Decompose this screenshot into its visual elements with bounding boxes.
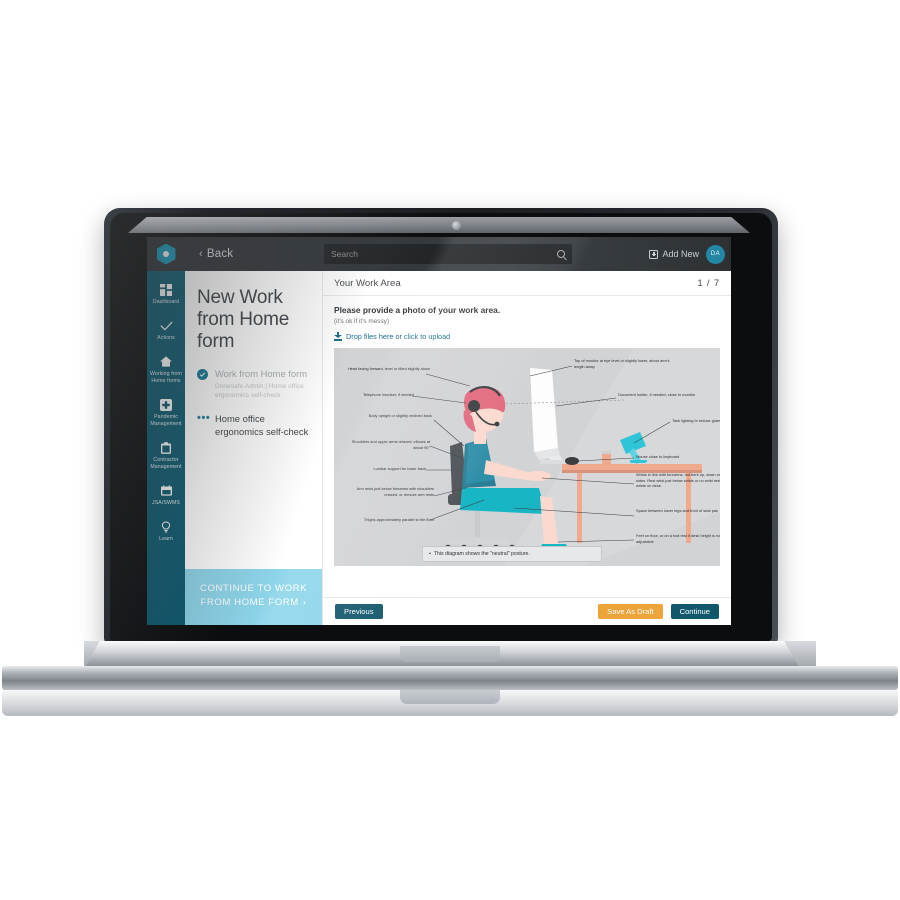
save-as-draft-button[interactable]: Save As Draft	[598, 603, 663, 620]
laptop-device: ‹ Back Add New DA	[0, 0, 900, 900]
chevron-right-icon: ›	[302, 597, 307, 609]
sidebar-item-learn[interactable]: Learn	[147, 514, 185, 550]
diagram-label: Document holder, if needed, close to mon…	[618, 392, 696, 397]
form-step-work-from-home[interactable]: Work from Home form Donesafe Admin | Hom…	[197, 368, 310, 401]
diagram-label: Telephone headset, if needed	[362, 392, 414, 397]
sidebar-item-label: Dashboard	[152, 299, 180, 305]
back-button[interactable]: ‹ Back	[199, 248, 233, 260]
form-panel-body: New Work from Home form Work from Home f…	[185, 271, 322, 569]
chevron-left-icon: ‹	[199, 248, 203, 260]
step-marker: •••	[197, 412, 211, 437]
diagram-label: Body upright or slightly reclined back	[368, 413, 432, 418]
sidebar: Dashboard Actions Working from Home form…	[147, 271, 185, 625]
avatar[interactable]: DA	[706, 244, 725, 264]
sidebar-item-label: Contractor Management	[150, 457, 182, 471]
add-new-button[interactable]: Add New	[649, 249, 699, 259]
form-step-ergonomics-self-check[interactable]: ••• Home office ergonomics self-check	[197, 413, 310, 437]
diagram-note: ▪ This diagram shows the "neutral" postur…	[422, 546, 602, 562]
sidebar-item-label: Working from Home forms	[150, 371, 182, 385]
question-hint: (it's ok if it's messy)	[334, 318, 389, 325]
diagram-label: Wrists in line with forearms, not bent u…	[636, 472, 720, 489]
sidebar-item-label: Pandemic Management	[150, 414, 182, 428]
diagram-label: Space between lower legs and front of se…	[636, 508, 719, 513]
form-actions: Previous Save As Draft Continue	[323, 597, 731, 625]
medical-cross-icon	[160, 398, 172, 411]
section-header: Your Work Area 1 / 7	[323, 271, 731, 296]
sidebar-item-label: JSA/SWMS	[152, 500, 180, 507]
sidebar-item-contractor-management[interactable]: Contractor Management	[147, 435, 185, 478]
step-text: Home office ergonomics self-check	[215, 413, 310, 437]
app-window: ‹ Back Add New DA	[147, 237, 731, 625]
form-steps: Work from Home form Donesafe Admin | Hom…	[197, 368, 310, 438]
file-upload-dropzone[interactable]: Drop files here or click to upload	[334, 332, 720, 341]
sidebar-item-label: Actions	[157, 335, 175, 342]
step-text: Work from Home form Donesafe Admin | Hom…	[215, 368, 310, 401]
step-name: Home office ergonomics self-check	[215, 413, 309, 437]
laptop-base-notch	[400, 646, 500, 662]
question-area: Please provide a photo of your work area…	[323, 296, 731, 597]
step-name: Work from Home form	[215, 367, 308, 379]
continue-to-work-from-home-form-button[interactable]: CONTINUE TO WORK FROM HOME FORM ›	[185, 569, 322, 625]
sidebar-item-dashboard[interactable]: Dashboard	[147, 277, 185, 313]
lightbulb-icon	[161, 520, 171, 533]
search-box[interactable]	[324, 244, 572, 264]
webcam-icon	[452, 221, 461, 230]
sidebar-item-jsa-swms[interactable]: JSA/SWMS	[147, 478, 185, 514]
laptop-base-middle	[2, 666, 898, 690]
page-title: New Work from Home form	[197, 287, 290, 353]
previous-button[interactable]: Previous	[335, 603, 383, 620]
ergonomics-diagram: Head facing forward, level or tilted sli…	[334, 348, 720, 566]
diagram-label: Feet on floor, or on a foot rest if desk…	[636, 533, 720, 544]
step-subtitle: Donesafe Admin | Home office ergonomics …	[215, 382, 304, 399]
diagram-note-text: This diagram shows the "neutral" posture…	[433, 551, 530, 557]
search-icon[interactable]	[557, 250, 565, 258]
form-panel: New Work from Home form Work from Home f…	[185, 271, 323, 625]
plus-box-icon	[649, 249, 659, 259]
check-circle-icon	[197, 368, 208, 380]
grid-icon	[160, 283, 172, 296]
main-content: Your Work Area 1 / 7 Please provide a ph…	[323, 271, 731, 625]
check-icon	[159, 319, 173, 332]
diagram-label: Top of monitor at eye level or slightly …	[574, 358, 670, 369]
laptop-trackpad-notch	[400, 690, 500, 704]
sidebar-item-label: Learn	[159, 536, 173, 543]
calendar-icon	[160, 484, 172, 497]
diagram-label: Thighs approximately parallel to the flo…	[363, 517, 434, 522]
search-input[interactable]	[331, 249, 557, 259]
top-bar-right: Add New DA	[649, 237, 725, 271]
upload-label: Drop files here or click to upload	[346, 332, 451, 341]
page-indicator: 1 / 7	[697, 277, 720, 289]
add-new-label: Add New	[662, 249, 699, 259]
back-label: Back	[206, 248, 234, 260]
hexagon-logo-icon	[156, 243, 176, 265]
sidebar-item-working-from-home-forms[interactable]: Working from Home forms	[147, 349, 185, 392]
laptop-top-bezel	[128, 217, 750, 233]
step-marker	[197, 368, 209, 401]
diagram-label: Head facing forward, level or tilted sli…	[347, 366, 430, 371]
home-icon	[160, 355, 172, 368]
diagram-label: Shoulders and upper arms relaxed, elbows…	[351, 439, 430, 450]
ellipsis-icon: •••	[197, 412, 211, 425]
app-body: Dashboard Actions Working from Home form…	[147, 271, 731, 625]
diagram-label: Lumbar support for lower back	[373, 466, 426, 471]
app-logo[interactable]	[147, 243, 185, 265]
cta-label: CONTINUE TO WORK FROM HOME FORM	[199, 583, 308, 609]
sidebar-item-pandemic-management[interactable]: Pandemic Management	[147, 392, 185, 435]
upload-icon	[334, 332, 342, 341]
diagram-label: Arm rests just below forearms with shoul…	[356, 486, 434, 497]
diagram-label: Task lighting to reduce glare on screen	[672, 418, 720, 423]
sidebar-item-actions[interactable]: Actions	[147, 313, 185, 349]
diagram-label: Mouse close to keyboard	[636, 454, 680, 459]
bullet-icon: ▪	[429, 551, 431, 557]
laptop-screen: ‹ Back Add New DA	[147, 237, 731, 625]
top-bar: ‹ Back Add New DA	[147, 237, 731, 271]
section-title: Your Work Area	[334, 277, 401, 289]
clipboard-icon	[161, 441, 171, 454]
question-label: Please provide a photo of your work area…	[334, 305, 501, 315]
continue-button[interactable]: Continue	[670, 603, 719, 620]
